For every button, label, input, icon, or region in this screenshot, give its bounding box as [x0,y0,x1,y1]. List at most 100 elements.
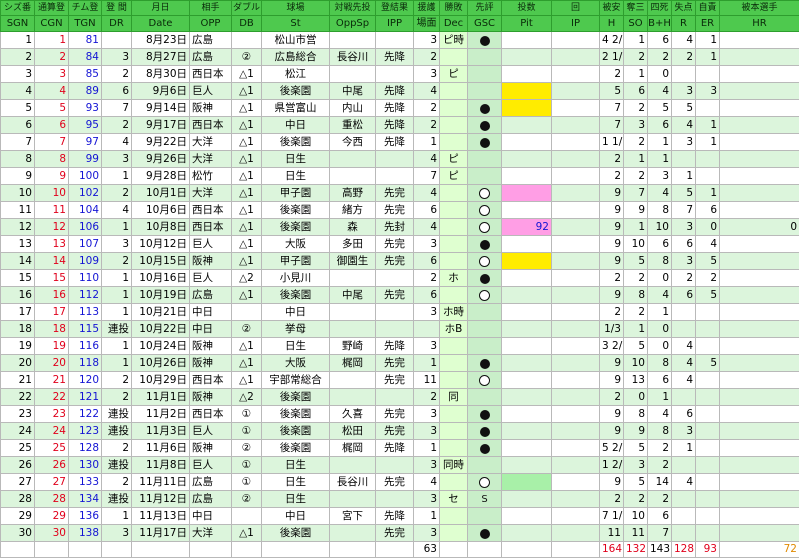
pitch-count-cell [552,202,600,219]
walks-cell [672,457,696,474]
pitch-count-cell [552,270,600,287]
cgn-cell: 25 [35,440,69,457]
tgn-cell: 95 [69,117,102,134]
stadium-cell: 後楽園 [262,287,330,304]
runs-allowed-cell: 2 [696,270,720,287]
tgn-cell: 89 [69,83,102,100]
ip-cell: 9 [600,219,624,236]
strikeouts-cell: 2 [648,457,672,474]
result-cell [376,304,414,321]
runs-allowed-cell: 5 [696,287,720,304]
hits-cell: 2 [624,304,648,321]
pitch-count-cell [552,253,600,270]
tgn-cell: 106 [69,219,102,236]
earned-runs-cell [720,474,799,491]
scene-cell: ピ [440,168,468,185]
opp-cell: 中日 [190,304,232,321]
result-cell: 先降 [376,117,414,134]
stadium-cell: 後楽園 [262,83,330,100]
db-cell: △1 [232,117,262,134]
pitch-count-cell [552,474,600,491]
dec-cell [468,185,502,202]
tgn-cell: 110 [69,270,102,287]
opp-cell: 巨人 [190,423,232,440]
walks-cell: 2 [672,270,696,287]
runs-cell: 2 [414,49,440,66]
strikeouts-cell: 2 [648,49,672,66]
tgn-cell: 99 [69,151,102,168]
sgn-cell: 15 [1,270,35,287]
table-row: 2323122連投11月2日西日本①後楽園久喜先完39846 [1,406,799,423]
header-en-cell: SGN [1,16,35,32]
tgn-cell: 128 [69,440,102,457]
gsc-cell [502,525,552,542]
cgn-cell: 20 [35,355,69,372]
table-row: 11818月23日広島松山市営3ピ時4 2/31641 [1,32,799,49]
scene-cell: ホ時 [440,304,468,321]
walks-cell: 3 [672,423,696,440]
cgn-cell: 14 [35,253,69,270]
opp-cell: 西日本 [190,202,232,219]
date-cell: 10月6日 [132,202,190,219]
pitch-count-cell [552,32,600,49]
blank-cell [1,542,35,558]
hits-cell: 10 [624,236,648,253]
runs-cell: 3 [414,236,440,253]
header-en-cell: GSC [468,16,502,32]
dec-cell [468,134,502,151]
opp-cell: 巨人 [190,83,232,100]
earned-runs-cell [720,423,799,440]
opp-starter-cell: 長谷川 [330,49,376,66]
header-en-cell: TGN [69,16,102,32]
ip-cell: 9 [600,253,624,270]
result-cell [376,32,414,49]
strikeouts-cell: 4 [648,83,672,100]
sgn-cell: 7 [1,134,35,151]
stadium-cell: 後楽園 [262,440,330,457]
stadium-cell: 中日 [262,117,330,134]
db-cell: △1 [232,236,262,253]
sgn-cell: 9 [1,168,35,185]
tgn-cell: 112 [69,287,102,304]
date-cell: 11月1日 [132,389,190,406]
result-cell [376,66,414,83]
hits-cell: 10 [624,355,648,372]
db-cell: △1 [232,202,262,219]
cgn-cell: 21 [35,372,69,389]
pitch-count-cell [552,372,600,389]
runs-cell: 2 [414,389,440,406]
loss-mark-icon [479,222,490,233]
cgn-cell: 2 [35,49,69,66]
walks-cell: 4 [672,474,696,491]
runs-allowed-cell: 5 [696,355,720,372]
dr-cell: 7 [102,100,132,117]
header-jp-cell: 相手 [190,1,232,16]
opp-cell: 広島 [190,32,232,49]
table-row: 2020118110月26日阪神△1大阪梶岡先完1910845後藤,渡辺 [1,355,799,372]
header-en-cell: 場面 [414,16,440,32]
dr-cell: 連投 [102,457,132,474]
runs-cell: 2 [414,117,440,134]
opp-cell: 大洋 [190,525,232,542]
date-cell: 10月16日 [132,270,190,287]
dec-cell [468,32,502,49]
gsc-cell [502,236,552,253]
opp-starter-cell: 長谷川 [330,474,376,491]
result-cell: 先降 [376,338,414,355]
save-mark-icon: S [481,493,487,506]
gsc-cell [502,151,552,168]
pitch-count-cell [552,236,600,253]
strikeouts-cell: 5 [648,100,672,117]
header-en-cell: SO [624,16,648,32]
dec-cell [468,100,502,117]
earned-runs-cell [720,457,799,474]
stadium-cell: 小見川 [262,270,330,287]
hits-cell: 5 [624,440,648,457]
dr-cell: 3 [102,236,132,253]
header-jp-cell: 被本選手 [720,1,799,16]
earned-runs-cell [720,100,799,117]
header-en-cell: DB [232,16,262,32]
dec-cell [468,202,502,219]
runs-cell: 3 [414,457,440,474]
gsc-cell [502,117,552,134]
